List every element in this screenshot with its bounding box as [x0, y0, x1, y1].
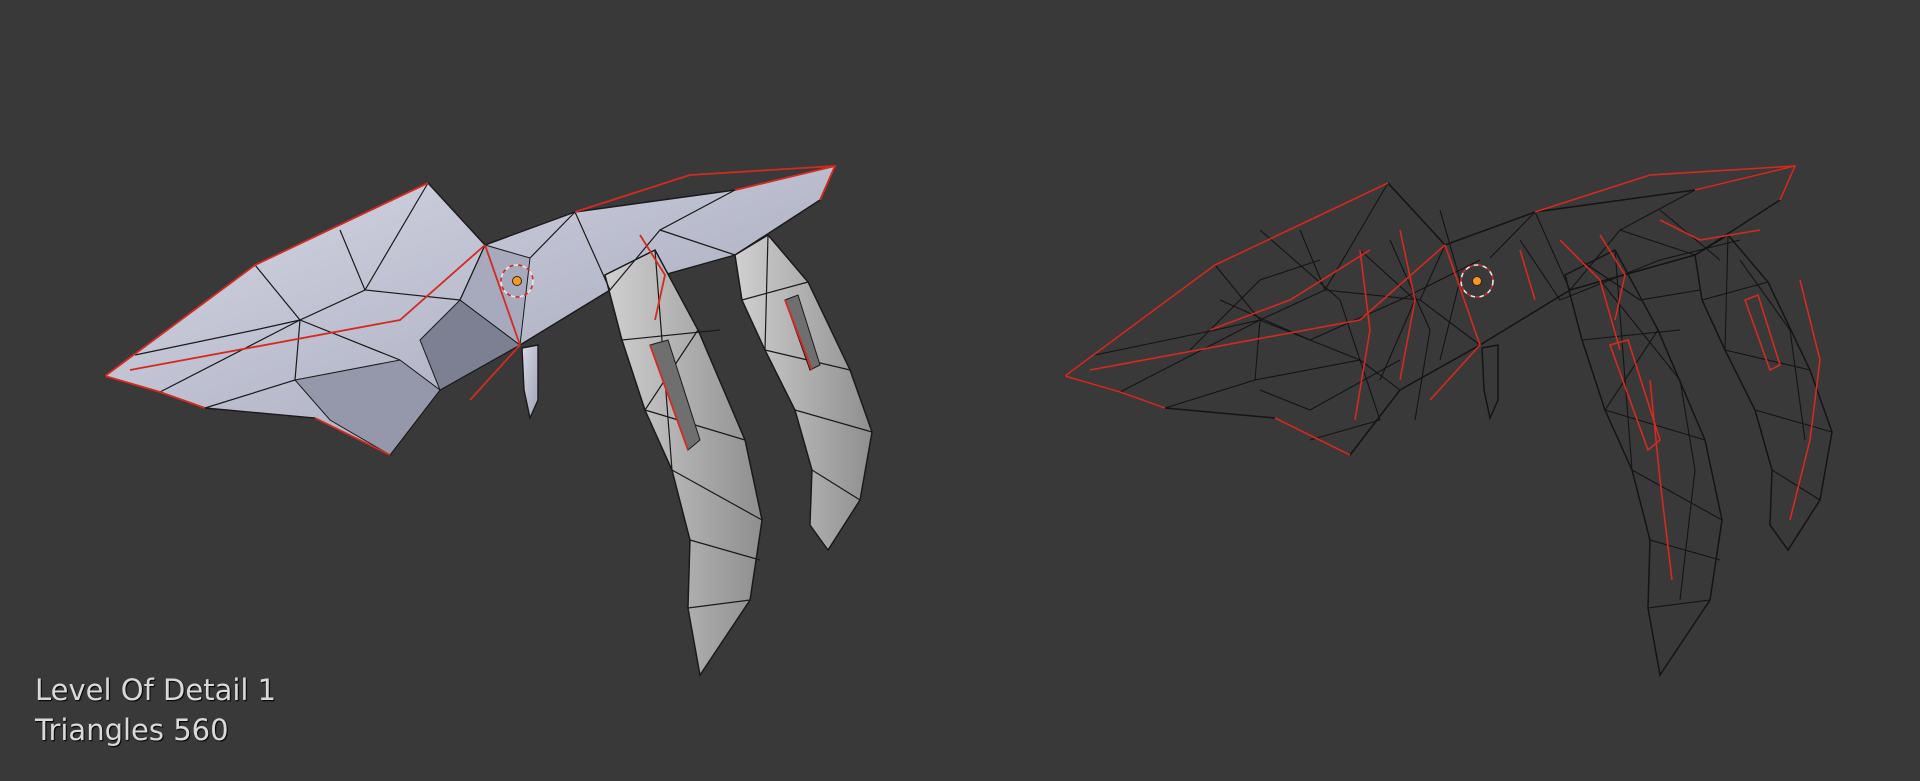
3d-viewport[interactable]: Level Of Detail 1 Triangles 560 [0, 0, 1920, 781]
viewport-scene [104, 164, 1833, 677]
3d-cursor-icon[interactable] [1460, 264, 1494, 298]
solid-model[interactable] [104, 164, 873, 677]
level-of-detail-label: Level Of Detail 1 [35, 673, 277, 707]
triangle-count-label: Triangles 560 [35, 713, 229, 747]
wireframe-model[interactable] [1064, 164, 1833, 676]
